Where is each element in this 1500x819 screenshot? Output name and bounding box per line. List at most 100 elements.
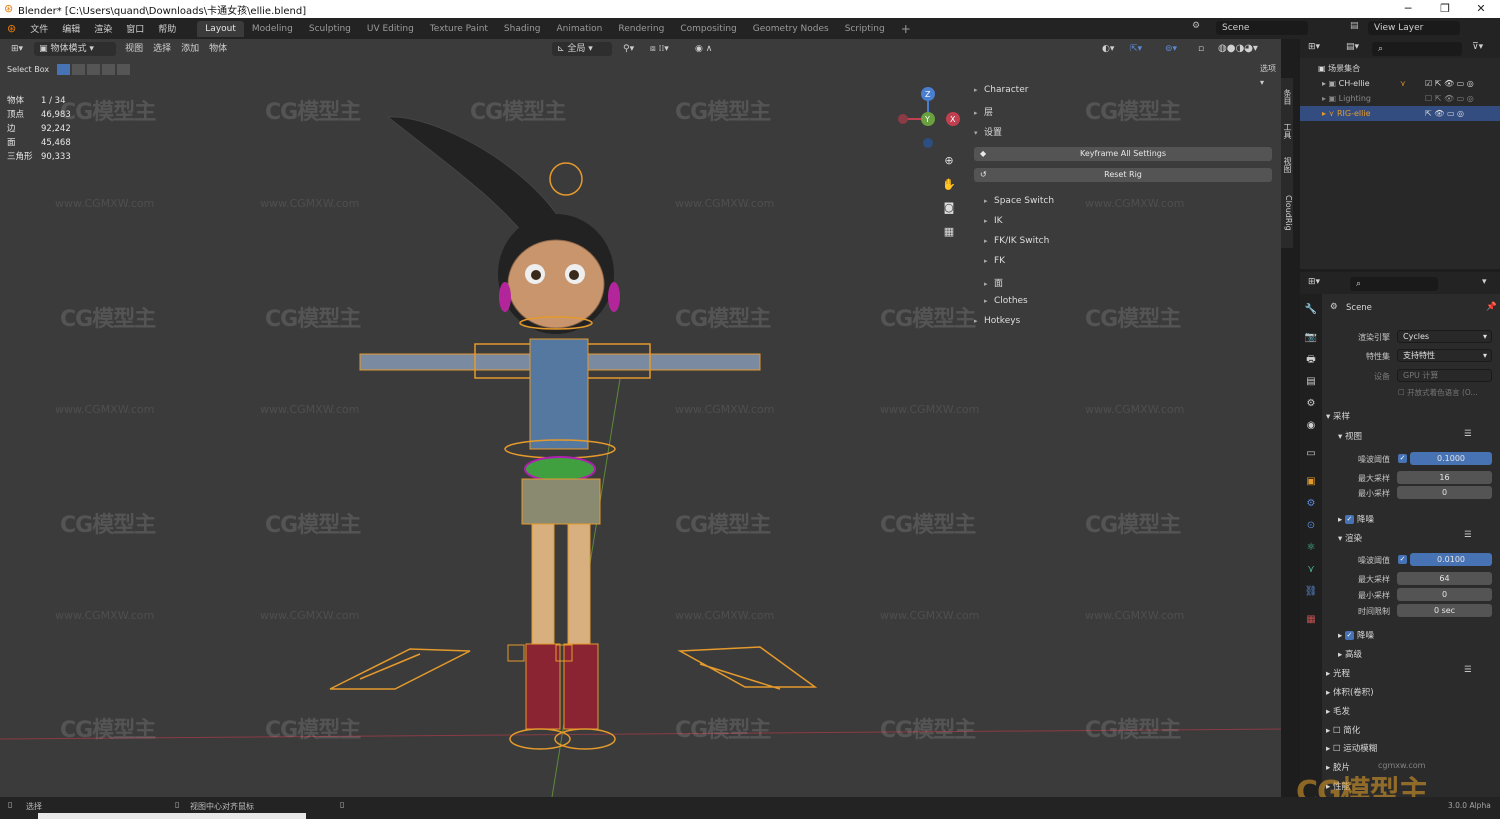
tab-scripting[interactable]: Scripting (837, 21, 893, 37)
tool-tab-icon[interactable]: 🔧 (1303, 302, 1319, 318)
npanel-face[interactable]: ▸ 面 (984, 276, 1003, 289)
object-data-tab-icon[interactable]: ⋎ (1303, 562, 1319, 578)
r-min-samples-field[interactable]: 0 (1397, 588, 1492, 601)
physics-tab-icon[interactable]: ⚛ (1303, 540, 1319, 556)
npanel-space-switch[interactable]: ▸ Space Switch (984, 196, 1054, 206)
outliner-search-input[interactable]: ⌕ (1372, 42, 1462, 56)
restrict-icons[interactable]: ⇱ 👁 ▭ ◎ (1425, 106, 1464, 121)
add-workspace-button[interactable]: + (893, 19, 919, 39)
gizmo-neg-x-icon[interactable] (898, 114, 908, 124)
render-subsection[interactable]: ▾ 渲染 (1338, 532, 1362, 544)
r-max-samples-field[interactable]: 64 (1397, 572, 1492, 585)
knee-pole-left[interactable] (507, 644, 525, 662)
r-noise-threshold-checkbox[interactable]: ✓ (1398, 555, 1407, 564)
scene-selector[interactable]: Scene (1216, 21, 1308, 35)
hair-section[interactable]: ▸ 毛发 (1326, 705, 1350, 717)
properties-search-input[interactable]: ⌕ (1350, 277, 1438, 291)
tab-cloudrig[interactable]: CloudRig (1281, 188, 1293, 238)
list-icon[interactable]: ☰ (1464, 429, 1472, 439)
npanel-character[interactable]: ▸ Character (974, 85, 1028, 95)
tab-sculpting[interactable]: Sculpting (301, 21, 359, 37)
restrict-icons[interactable]: ☐ ⇱ 👁 ▭ ◎ (1425, 91, 1474, 106)
texture-tab-icon[interactable]: ▦ (1303, 612, 1319, 628)
npanel-layers[interactable]: ▸ 层 (974, 105, 993, 118)
outliner-row-rig-ellie[interactable]: ▸ ⋎ RIG-ellie ⇱ 👁 ▭ ◎ (1300, 106, 1500, 121)
sampling-section[interactable]: ▾ 采样 (1326, 410, 1350, 422)
output-tab-icon[interactable]: 🖶 (1303, 352, 1319, 368)
menu-render[interactable]: 渲染 (87, 22, 119, 35)
vp-min-samples-field[interactable]: 0 (1397, 486, 1492, 499)
modifier-tab-icon[interactable]: ⚙ (1303, 496, 1319, 512)
vp-noise-threshold-checkbox[interactable]: ✓ (1398, 454, 1407, 463)
character-torso[interactable] (529, 338, 589, 450)
device-dropdown[interactable]: GPU 计算 (1397, 369, 1492, 382)
pan-hand-icon[interactable]: ✋ (940, 176, 958, 194)
scene-tab-icon[interactable]: ⚙ (1303, 396, 1319, 412)
npanel-hotkeys[interactable]: ▸ Hotkeys (974, 316, 1020, 326)
tab-shading[interactable]: Shading (496, 21, 549, 37)
character-face[interactable] (507, 239, 605, 329)
menu-help[interactable]: 帮助 (151, 22, 183, 35)
r-denoise-section[interactable]: ▸ ✓ 降噪 (1338, 629, 1374, 641)
minimize-button[interactable]: ─ (1393, 0, 1423, 18)
menu-file[interactable]: 文件 (23, 22, 55, 35)
view-layer-tab-icon[interactable]: ▤ (1303, 374, 1319, 390)
tab-compositing[interactable]: Compositing (672, 21, 744, 37)
render-engine-dropdown[interactable]: Cycles ▾ (1397, 330, 1492, 343)
vp-denoise-checkbox[interactable]: ✓ (1344, 515, 1354, 524)
character-boot-right[interactable] (563, 643, 599, 730)
foot-ik-right[interactable] (554, 728, 616, 750)
time-limit-field[interactable]: 0 sec (1397, 604, 1492, 617)
filter-icon[interactable]: ⊽▾ (1472, 42, 1483, 52)
keyframe-all-settings-button[interactable]: ◆ Keyframe All Settings (974, 147, 1272, 161)
advanced-section[interactable]: ▸ 高级 (1338, 648, 1362, 660)
character-boot-left[interactable] (525, 643, 561, 730)
foot-control-right[interactable] (677, 646, 818, 690)
particles-tab-icon[interactable]: ⊙ (1303, 518, 1319, 534)
tab-animation[interactable]: Animation (548, 21, 610, 37)
tab-texture-paint[interactable]: Texture Paint (422, 21, 496, 37)
tab-view[interactable]: 视图 (1281, 152, 1293, 178)
world-tab-icon[interactable]: ◉ (1303, 418, 1319, 434)
tab-geometry-nodes[interactable]: Geometry Nodes (745, 21, 837, 37)
volumes-section[interactable]: ▸ 体积(卷积) (1326, 686, 1374, 698)
vp-noise-threshold-field[interactable]: 0.1000 (1410, 452, 1492, 465)
light-paths-section[interactable]: ▸ 光程 (1326, 667, 1350, 679)
object-tab-icon[interactable]: ▣ (1303, 474, 1319, 490)
r-denoise-checkbox[interactable]: ✓ (1344, 631, 1354, 640)
viewport-subsection[interactable]: ▾ 视图 (1338, 430, 1362, 442)
collection-tab-icon[interactable]: ▭ (1303, 446, 1319, 462)
tab-rendering[interactable]: Rendering (610, 21, 672, 37)
motion-blur-section[interactable]: ▸ ☐ 运动模糊 (1326, 742, 1377, 754)
character-shorts[interactable] (521, 478, 601, 525)
npanel-settings[interactable]: ▾ 设置 (974, 125, 1002, 138)
view-layer-selector[interactable]: View Layer (1368, 21, 1460, 35)
blender-menu-icon[interactable]: ⊛ (0, 22, 23, 35)
npanel-fk[interactable]: ▸ FK (984, 256, 1005, 266)
simplify-section[interactable]: ▸ ☐ 简化 (1326, 724, 1360, 736)
zoom-icon[interactable]: ⊕ (940, 152, 958, 170)
vp-denoise-section[interactable]: ▸ ✓ 降噪 (1338, 513, 1374, 525)
tab-layout[interactable]: Layout (197, 20, 244, 37)
tab-item[interactable]: 条目 (1281, 84, 1293, 110)
npanel-ik[interactable]: ▸ IK (984, 216, 1003, 226)
gizmo-neg-z-icon[interactable] (923, 138, 933, 148)
restrict-icons[interactable]: ☑ ⇱ 👁 ▭ ◎ (1425, 76, 1474, 91)
tab-tool[interactable]: 工具 (1281, 118, 1293, 144)
grid-icon[interactable]: ▦ (940, 223, 958, 241)
npanel-clothes[interactable]: ▸ Clothes (984, 296, 1028, 306)
character-leg-right[interactable] (567, 523, 591, 645)
r-noise-threshold-field[interactable]: 0.0100 (1410, 553, 1492, 566)
editor-type-icon[interactable]: ⊞▾ (1308, 42, 1320, 52)
list-icon[interactable]: ☰ (1464, 665, 1472, 675)
feature-set-dropdown[interactable]: 支持特性 ▾ (1397, 349, 1492, 362)
menu-edit[interactable]: 编辑 (55, 22, 87, 35)
npanel-fkik-switch[interactable]: ▸ FK/IK Switch (984, 236, 1049, 246)
chevron-down-icon[interactable]: ▾ (1482, 277, 1487, 287)
tab-uv-editing[interactable]: UV Editing (359, 21, 422, 37)
outliner-row-ch-ellie[interactable]: ▸ ▣ CH-ellie ⋎ ☑ ⇱ 👁 ▭ ◎ (1300, 76, 1500, 91)
close-button[interactable]: ✕ (1466, 0, 1496, 18)
render-tab-icon[interactable]: 📷 (1303, 330, 1319, 346)
constraints-tab-icon[interactable]: ⛓ (1303, 584, 1319, 600)
head-gear-control[interactable] (549, 162, 583, 196)
